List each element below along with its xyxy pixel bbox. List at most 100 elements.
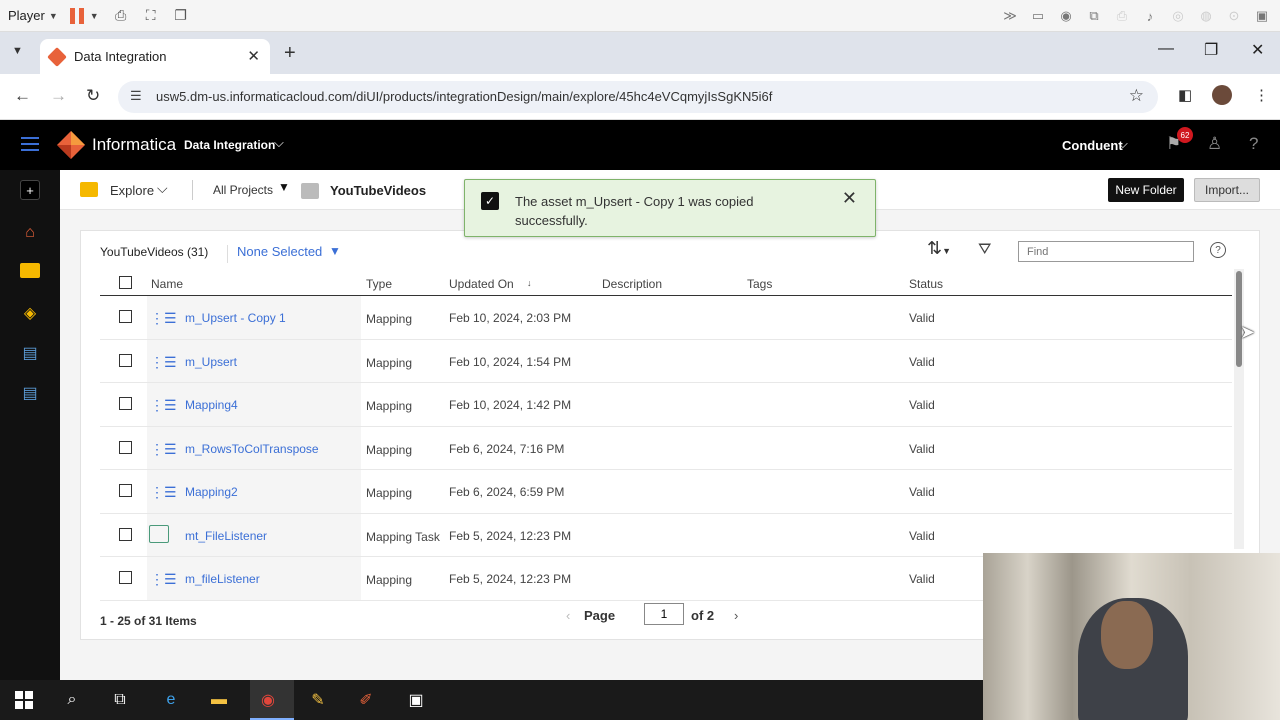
new-asset-icon[interactable]: + xyxy=(20,180,40,200)
browser-tab[interactable]: Data Integration ✕ xyxy=(40,39,270,74)
row-checkbox[interactable] xyxy=(119,527,132,541)
hamburger-menu-icon[interactable] xyxy=(21,137,39,151)
home-icon[interactable]: ⌂ xyxy=(20,223,40,243)
message-icon[interactable]: ▣ xyxy=(1252,6,1272,26)
site-info-icon[interactable]: ☰ xyxy=(130,88,142,104)
close-icon[interactable]: ✕ xyxy=(247,47,260,65)
drive-icon[interactable]: ▭ xyxy=(1028,6,1048,26)
asset-name-link[interactable]: m_Upsert - Copy 1 xyxy=(185,311,286,325)
page-number-input[interactable] xyxy=(644,603,684,625)
asset-name-link[interactable]: Mapping2 xyxy=(185,485,238,499)
new-folder-button[interactable]: New Folder xyxy=(1108,178,1184,202)
network-icon[interactable]: ⧉ xyxy=(1084,6,1104,26)
table-row[interactable]: ⋮☰ Mapping2 Mapping Feb 6, 2024, 6:59 PM… xyxy=(100,470,1232,514)
sound-icon[interactable]: ♪ xyxy=(1140,6,1160,26)
bundles-icon[interactable]: ◈ xyxy=(20,303,40,323)
column-header-type[interactable]: Type xyxy=(366,277,392,291)
chevron-down-icon[interactable]: ▼ xyxy=(49,11,58,21)
table-row[interactable]: ⋮☰ m_RowsToColTranspose Mapping Feb 6, 2… xyxy=(100,426,1232,470)
asset-name-link[interactable]: m_fileListener xyxy=(185,572,260,586)
close-icon[interactable]: ✕ xyxy=(842,188,857,209)
column-header-tags[interactable]: Tags xyxy=(747,277,772,291)
chevron-down-icon[interactable]: ▼ xyxy=(329,244,341,258)
help-icon[interactable]: ? xyxy=(1249,134,1258,154)
windows-start-icon[interactable] xyxy=(13,690,35,710)
breadcrumb-arrow-icon[interactable]: ▼ xyxy=(278,180,290,194)
usb-icon[interactable]: ◎ xyxy=(1168,6,1188,26)
prev-page-icon[interactable]: ‹ xyxy=(566,608,570,623)
explore-label[interactable]: Explore xyxy=(110,183,154,198)
bookmark-star-icon[interactable]: ☆ xyxy=(1129,86,1144,106)
avatar[interactable] xyxy=(1212,85,1232,105)
url-text[interactable]: usw5.dm-us.informaticacloud.com/diUI/pro… xyxy=(156,89,772,104)
chevron-down-icon[interactable]: ⌵ xyxy=(157,180,168,197)
search-icon[interactable]: ⌕ xyxy=(61,690,83,710)
kebab-menu-icon[interactable]: ⋮ xyxy=(1254,86,1269,104)
printer-icon[interactable]: ⎙ xyxy=(1112,6,1132,26)
pen-app-icon[interactable]: ✐ xyxy=(355,690,377,710)
table-row[interactable]: ⋮☰ m_Upsert - Copy 1 Mapping Feb 10, 202… xyxy=(100,296,1232,340)
explore-folder-icon[interactable] xyxy=(20,263,40,278)
row-checkbox[interactable] xyxy=(119,484,132,497)
product-name[interactable]: Data Integration xyxy=(184,138,275,152)
all-projects-link[interactable]: All Projects xyxy=(213,183,273,197)
table-row[interactable]: ⋮☰ Mapping4 Mapping Feb 10, 2024, 1:42 P… xyxy=(100,383,1232,427)
reload-icon[interactable]: ↻ xyxy=(86,86,100,106)
row-checkbox[interactable] xyxy=(119,353,132,367)
asset-name-link[interactable]: m_RowsToColTranspose xyxy=(185,442,319,456)
sort-icon[interactable]: ⇅▼ xyxy=(927,238,951,259)
chevron-down-icon[interactable]: ▼ xyxy=(90,11,99,21)
send-ctrl-alt-del-icon[interactable]: ⎙ xyxy=(111,6,131,26)
more-icon[interactable]: ≫ xyxy=(1000,6,1020,26)
scroll-thumb[interactable] xyxy=(1236,271,1242,367)
back-icon[interactable]: ← xyxy=(14,86,31,106)
find-input[interactable] xyxy=(1018,241,1194,262)
task-view-icon[interactable]: ⧉ xyxy=(109,690,131,710)
table-row[interactable]: mt_FileListener Mapping Task Feb 5, 2024… xyxy=(100,513,1232,557)
select-all-checkbox[interactable] xyxy=(119,276,132,289)
selection-dropdown[interactable]: None Selected xyxy=(237,244,322,259)
help-icon[interactable]: ? xyxy=(1210,242,1226,258)
forward-icon[interactable]: → xyxy=(50,86,67,106)
file-explorer-icon[interactable]: ▬ xyxy=(208,690,230,710)
column-header-description[interactable]: Description xyxy=(602,277,662,291)
new-tab-icon[interactable]: + xyxy=(284,42,296,65)
asset-name-link[interactable]: mt_FileListener xyxy=(185,529,267,543)
chevron-down-icon[interactable]: ⌵ xyxy=(1118,136,1128,152)
app-icon[interactable]: ✎ xyxy=(307,690,329,710)
table-row[interactable]: ⋮☰ m_Upsert Mapping Feb 10, 2024, 1:54 P… xyxy=(100,339,1232,383)
row-checkbox[interactable] xyxy=(119,310,132,323)
row-checkbox[interactable] xyxy=(119,571,132,584)
grid-scrollbar[interactable] xyxy=(1234,269,1244,549)
restore-icon[interactable]: ❐ xyxy=(1204,40,1218,60)
column-header-status[interactable]: Status xyxy=(909,277,943,291)
camera-icon[interactable]: ⊙ xyxy=(1224,6,1244,26)
reports-icon[interactable]: ▤ xyxy=(20,383,40,403)
column-header-name[interactable]: Name xyxy=(151,277,183,291)
close-window-icon[interactable]: ✕ xyxy=(1251,40,1264,60)
minimize-icon[interactable]: — xyxy=(1158,40,1174,58)
row-checkbox[interactable] xyxy=(119,397,132,410)
column-header-updated[interactable]: Updated On xyxy=(449,277,514,291)
row-checkbox[interactable] xyxy=(119,440,132,454)
player-menu[interactable]: Player xyxy=(8,8,45,23)
user-icon[interactable]: ♙ xyxy=(1207,134,1222,154)
monitor-icon[interactable]: ▤ xyxy=(20,343,40,363)
asset-name-link[interactable]: m_Upsert xyxy=(185,355,237,369)
import-button[interactable]: Import... xyxy=(1194,178,1260,202)
chrome-icon[interactable]: ◉ xyxy=(257,690,279,710)
side-panel-icon[interactable]: ◧ xyxy=(1178,86,1192,104)
fullscreen-icon[interactable]: ⛶ xyxy=(141,6,161,26)
asset-name-link[interactable]: Mapping4 xyxy=(185,398,238,412)
next-page-icon[interactable]: › xyxy=(734,608,738,623)
omnibox[interactable]: ☰ usw5.dm-us.informaticacloud.com/diUI/p… xyxy=(118,81,1158,113)
terminal-icon[interactable]: ▣ xyxy=(405,690,427,710)
edge-icon[interactable]: e xyxy=(160,690,182,710)
pause-icon[interactable] xyxy=(69,7,84,24)
org-name[interactable]: Conduent xyxy=(1062,138,1123,153)
cd-icon[interactable]: ◉ xyxy=(1056,6,1076,26)
usb-icon-2[interactable]: ◍ xyxy=(1196,6,1216,26)
unity-icon[interactable]: ❐ xyxy=(171,6,191,26)
chevron-down-icon[interactable]: ⌵ xyxy=(274,135,284,151)
tab-search-icon[interactable]: ▼ xyxy=(12,45,23,57)
